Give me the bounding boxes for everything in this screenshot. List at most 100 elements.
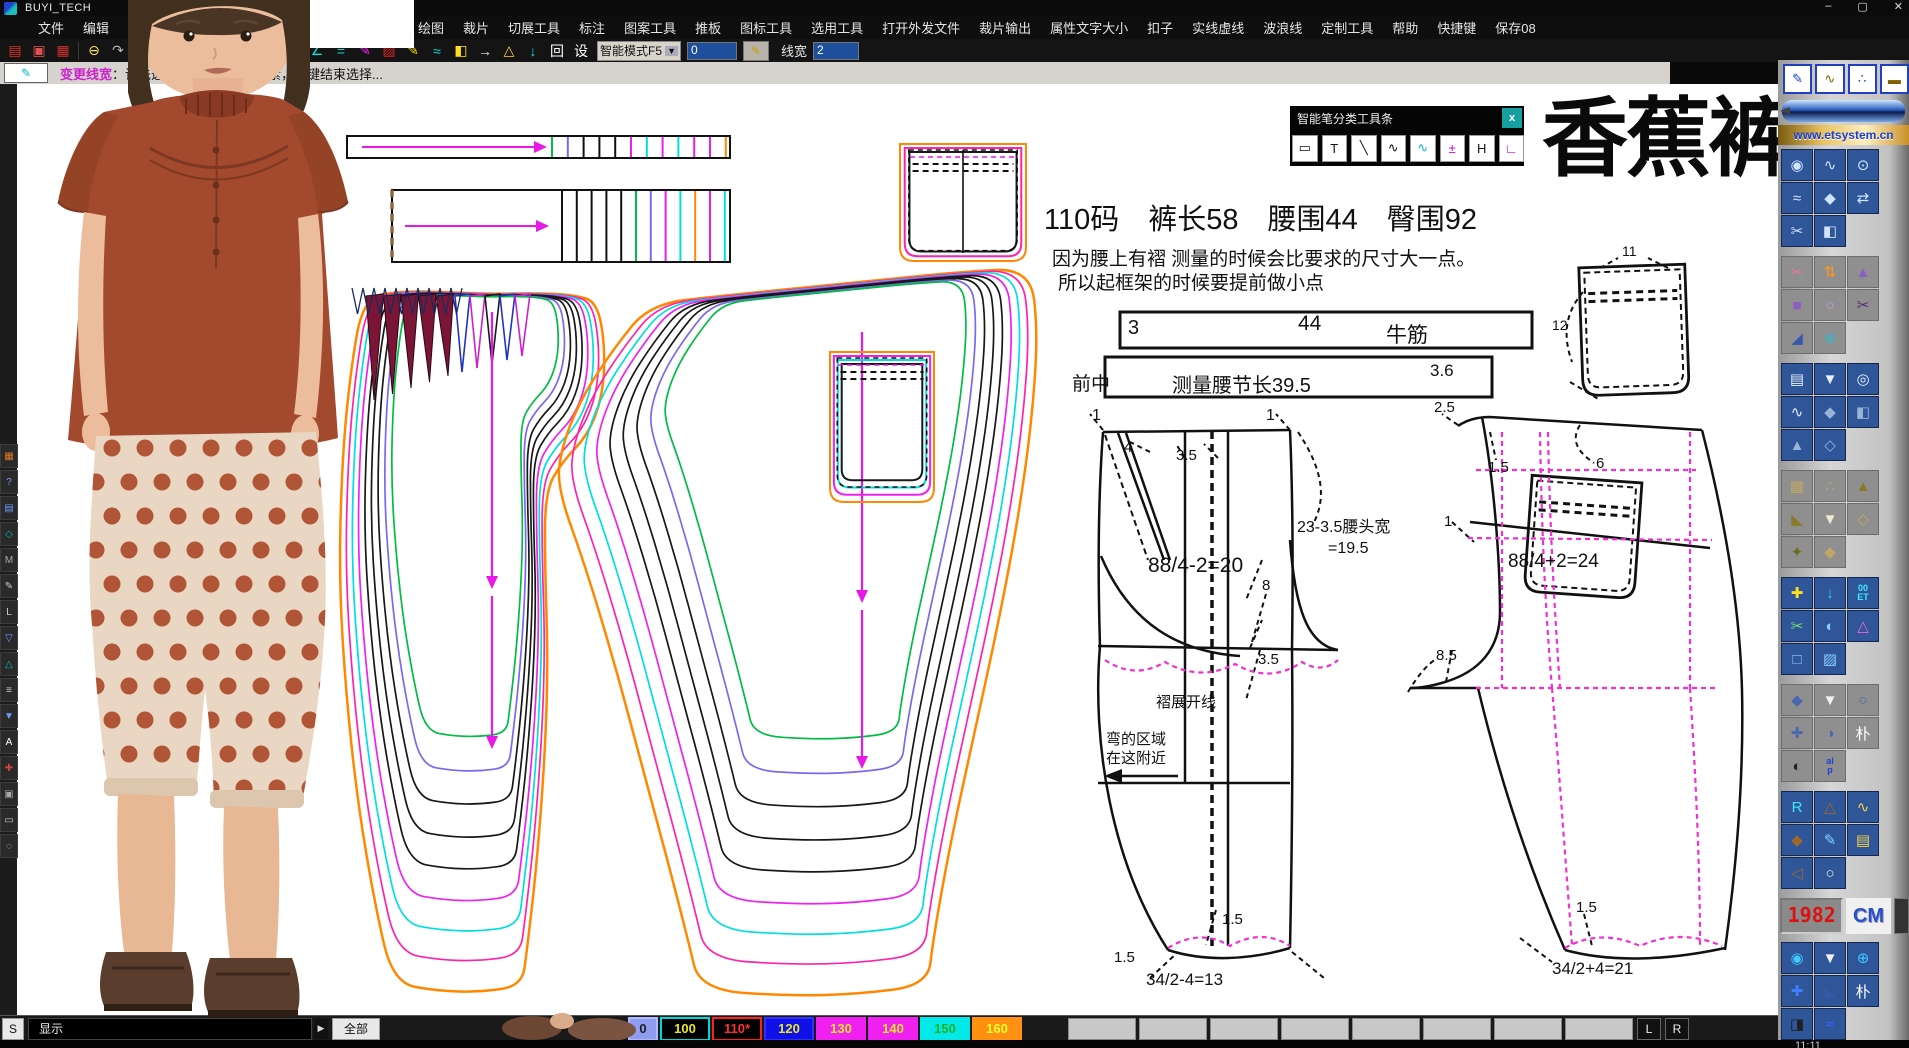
select-icon[interactable]: ↖ (130, 41, 154, 61)
r-tape-icon[interactable]: R (1781, 791, 1813, 823)
m-icon[interactable]: M (0, 548, 18, 572)
curve-fill-icon[interactable]: ◐ (1814, 610, 1846, 642)
grid-orange-icon[interactable]: ▦ (0, 444, 18, 468)
empty-slot[interactable] (1139, 1018, 1207, 1040)
navy-piece-icon[interactable]: ◆ (1781, 684, 1813, 716)
zoom-out-icon[interactable]: ⊖ (82, 41, 106, 61)
panel-piece-icon[interactable]: ◧ (1847, 396, 1879, 428)
cm-unit-button[interactable]: CM (1846, 898, 1890, 934)
bucket-piece-icon[interactable]: ◆ (1814, 396, 1846, 428)
comet-pen-icon[interactable]: ✎ (1814, 824, 1846, 856)
bar-icon[interactable]: ▭ (0, 808, 18, 832)
angle-icon[interactable]: ∠ (305, 41, 329, 61)
menu-item[interactable]: 图案工具 (624, 18, 676, 37)
green-scissors-icon[interactable]: ✂ (1781, 610, 1813, 642)
menu-item[interactable]: 切展工具 (508, 18, 560, 37)
redo-icon[interactable]: ↷ (106, 41, 130, 61)
mountain-dash-icon[interactable]: △ (1847, 610, 1879, 642)
menu-item[interactable]: 裁片 (463, 18, 489, 37)
h-guide-tool[interactable]: H (1469, 135, 1495, 162)
foot-icon[interactable]: ✂ (1781, 215, 1813, 247)
drop-icon[interactable]: ▼ (0, 704, 18, 728)
expand-arrow-icon[interactable]: ▶ (314, 1019, 328, 1039)
funnel-icon[interactable]: ▽ (0, 626, 18, 650)
pieces-icon[interactable]: ▲ (1781, 429, 1813, 461)
alp-text-icon[interactable]: alp (1814, 750, 1846, 782)
pump-icon[interactable]: ◑ (1814, 717, 1846, 749)
pu2-char-icon[interactable]: 朴 (1847, 975, 1879, 1007)
target-icon[interactable]: ⊕ (1847, 942, 1879, 974)
parallel-icon[interactable]: = (329, 41, 353, 61)
kite-icon[interactable]: ◇ (1847, 503, 1879, 535)
pattern-canvas[interactable]: 344牛筋前中测量腰节长39.53.6143.5123-3.5腰头宽=19.58… (17, 84, 1778, 1015)
mirror-icon[interactable]: ⇄ (1847, 182, 1879, 214)
box-icon[interactable]: ▣ (0, 782, 18, 806)
menu-item[interactable]: 打开外发文件 (882, 18, 960, 37)
hat-tool-icon[interactable]: ▬ (1880, 64, 1909, 94)
text-tool-icon[interactable]: I (185, 41, 209, 61)
clamp-icon[interactable]: ⊙ (1847, 149, 1879, 181)
spray-glove-icon[interactable]: ✚ (1781, 577, 1813, 609)
button-tool-icon[interactable]: ◉ (1781, 149, 1813, 181)
linewidth-input[interactable]: 2 (813, 42, 859, 60)
needle-icon[interactable]: ✦ (1781, 536, 1813, 568)
rect-tool[interactable]: ▭ (1292, 135, 1318, 162)
ripple-icon[interactable]: ≈ (1814, 1008, 1846, 1040)
bw-curve-icon[interactable]: ◐ (1781, 750, 1813, 782)
empty-slot[interactable] (1210, 1018, 1278, 1040)
line-tool[interactable]: ╲ (1351, 135, 1377, 162)
pu-char-icon[interactable]: 朴 (1847, 717, 1879, 749)
menu-item[interactable]: 快捷键 (1437, 18, 1476, 37)
half-box-icon[interactable]: ◨ (1781, 1008, 1813, 1040)
size-button-0[interactable]: 0 (628, 1017, 658, 1041)
dart-pair-icon[interactable]: ▲ (1847, 470, 1879, 502)
et-counter-icon[interactable]: 00ET (1847, 577, 1879, 609)
menu-item[interactable]: 波浪线 (1263, 18, 1302, 37)
lines-icon[interactable]: ≡ (0, 678, 18, 702)
cross-icon[interactable]: ✚ (1781, 975, 1813, 1007)
net-icon[interactable]: △ (497, 41, 521, 61)
tri-icon[interactable]: △ (0, 652, 18, 676)
calc-iron-icon[interactable]: ▤ (1847, 824, 1879, 856)
hook-icon[interactable]: ↓ (521, 41, 545, 61)
curve-icon[interactable]: ∿ (1781, 396, 1813, 428)
funnel-down-icon[interactable]: ▼ (1814, 503, 1846, 535)
plus-minus-tool[interactable]: ± (1440, 135, 1466, 162)
curve-tool[interactable]: ∿ (1381, 135, 1407, 162)
right-button[interactable]: R (1665, 1018, 1689, 1040)
fold-icon[interactable]: ◣ (1781, 503, 1813, 535)
lens-icon[interactable]: ○ (1847, 684, 1879, 716)
hook-pair-icon[interactable]: ∿ (1814, 149, 1846, 181)
s-button[interactable]: S (2, 1018, 24, 1040)
menu-item[interactable]: 扣子 (1147, 18, 1173, 37)
dart-polygon-icon[interactable]: ◁ (1781, 857, 1813, 889)
corner-tool[interactable]: ∟ (1499, 135, 1525, 162)
pencil-icon[interactable]: ✎ (0, 574, 18, 598)
cloud-icon[interactable]: ○ (1814, 857, 1846, 889)
triangle-compass-icon[interactable]: △ (1814, 791, 1846, 823)
close-button[interactable]: ✕ (1894, 0, 1903, 13)
fork-icon[interactable]: Ψ (281, 41, 305, 61)
close-icon[interactable]: x (1502, 108, 1522, 128)
shape-icon[interactable]: ◧ (1814, 215, 1846, 247)
menu-item[interactable]: 属性文字大小 (1050, 18, 1128, 37)
settings-char-icon[interactable]: 设 (569, 41, 593, 61)
gold-curve-icon[interactable]: ∿ (1847, 791, 1879, 823)
diamond-icon[interactable]: ◇ (0, 522, 18, 546)
wedge-icon[interactable]: ◣ (1814, 975, 1846, 1007)
khaki-blocks-icon[interactable]: ▦ (1781, 470, 1813, 502)
add-point-icon[interactable]: + (209, 41, 233, 61)
empty-slot[interactable] (1352, 1018, 1420, 1040)
menu-item[interactable]: 文件 (38, 18, 64, 37)
smart-pen-toolbar-titlebar[interactable]: 智能笔分类工具条 x (1290, 106, 1524, 130)
value-input[interactable]: 0 (687, 42, 737, 60)
t-junction-tool[interactable]: T (1322, 135, 1348, 162)
menu-item[interactable]: 绘图 (418, 18, 444, 37)
piece-curve-icon[interactable]: ◇ (1814, 429, 1846, 461)
pen-plug-icon[interactable]: ✎ (1783, 64, 1812, 94)
menu-item[interactable]: 裁片输出 (979, 18, 1031, 37)
sewing-machine-icon[interactable]: ▤ (1781, 363, 1813, 395)
hatch-box-icon[interactable]: ▨ (1814, 643, 1846, 675)
blob-icon[interactable]: ◆ (1781, 824, 1813, 856)
cut-box-icon[interactable]: ✂ (1847, 289, 1879, 321)
